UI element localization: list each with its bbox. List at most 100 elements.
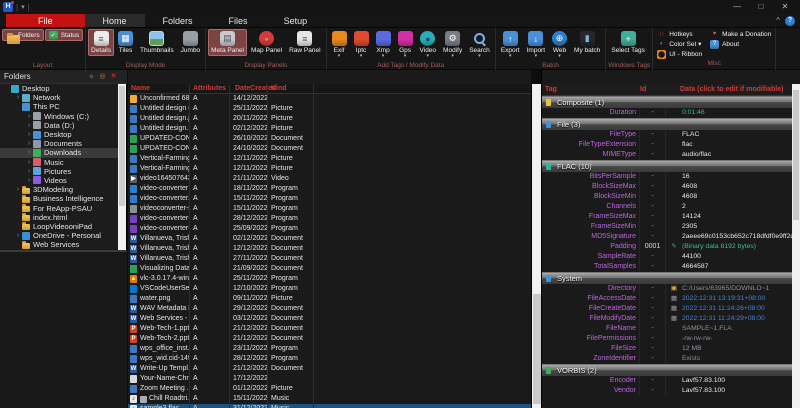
ribbon-button-details[interactable]: ≡Details — [88, 29, 114, 56]
tree-expand-icon[interactable]: › — [25, 122, 33, 129]
meta-row-encoder[interactable]: Encoder-Lavf57.83.100 — [542, 376, 793, 386]
tab-folders[interactable]: Folders — [145, 14, 211, 27]
meta-row-bitspersample[interactable]: BitsPerSample-16 — [542, 172, 793, 182]
meta-value[interactable]: -rw-rw-rw- — [682, 334, 793, 344]
ribbon-button-make-a-donation[interactable]: ♥Make a Donation — [708, 29, 773, 39]
column-header-kind[interactable]: Kind — [268, 84, 314, 93]
ribbon-button-about[interactable]: ?About — [708, 39, 773, 49]
tree-expand-icon[interactable]: › — [25, 149, 33, 156]
meta-value[interactable]: 2022:12:31 13:19:31+08:00 — [682, 294, 793, 304]
meta-row-filecreatedate[interactable]: FileCreateDate-▦2022:12:31 11:24:26+08:0… — [542, 304, 793, 314]
ribbon-button-iptc[interactable]: Iptc▾ — [351, 29, 372, 60]
meta-value[interactable]: flac — [682, 140, 793, 150]
tab-files[interactable]: Files — [211, 14, 266, 27]
meta-row-zoneidentifier[interactable]: ZoneIdentifier-Exists — [542, 354, 793, 364]
meta-row-blocksizemax[interactable]: BlockSizeMax-4608 — [542, 182, 793, 192]
metadata-section-system[interactable]: System — [542, 272, 793, 284]
column-header-datecreated[interactable]: DateCreated — [230, 84, 268, 93]
ribbon-button-modify[interactable]: ⚙Modify▾ — [440, 29, 465, 60]
minimize-button[interactable]: — — [726, 1, 748, 13]
meta-row-framesizemin[interactable]: FrameSizeMin-2305 — [542, 222, 793, 232]
ribbon-button-status[interactable]: ✓Status — [45, 29, 83, 41]
meta-row-vendor[interactable]: Vendor-Lavf57.83.100 — [542, 386, 793, 396]
meta-value[interactable]: 44100 — [682, 252, 793, 262]
meta-value[interactable]: 2aeee69c0153cb652c718dfdf0e9ff2d — [682, 232, 793, 242]
file-list-scrollbar[interactable] — [531, 84, 541, 408]
help-icon[interactable]: ? — [785, 16, 795, 26]
tree-item-windows-c-[interactable]: ›Windows (C:) — [0, 112, 119, 121]
ribbon-button-ui-ribbon[interactable]: UI - Ribbon — [655, 49, 704, 59]
meta-value[interactable]: 14124 — [682, 212, 793, 222]
tree-item-data-d-[interactable]: ›Data (D:) — [0, 121, 119, 130]
meta-value[interactable]: Exists — [682, 354, 793, 364]
meta-value[interactable]: 4664587 — [682, 262, 793, 272]
metadata-section-flac-10-[interactable]: FLAC (10) — [542, 160, 793, 172]
metadata-section-composite-1-[interactable]: Composite (1) — [542, 96, 793, 108]
meta-value[interactable]: 16 — [682, 172, 793, 182]
meta-row-samplerate[interactable]: SampleRate-44100 — [542, 252, 793, 262]
meta-value[interactable]: (Binary data 8192 bytes) — [682, 242, 793, 252]
tree-expand-icon[interactable]: › — [25, 131, 33, 138]
meta-value[interactable]: C:/Users/63965/DOWNLO~1 — [682, 284, 793, 294]
close-button[interactable]: ✕ — [774, 1, 796, 13]
tree-expand-icon[interactable]: › — [25, 159, 33, 166]
ribbon-button-search[interactable]: Search▾ — [466, 29, 493, 60]
tab-file[interactable]: File — [6, 14, 85, 27]
tree-expand-icon[interactable]: › — [14, 94, 22, 101]
meta-value[interactable]: 4608 — [682, 182, 793, 192]
ribbon-button-video[interactable]: ●Video▾ — [417, 29, 440, 60]
meta-row-mimetype[interactable]: MIMEType-audio/flac — [542, 150, 793, 160]
ribbon-button-xmp[interactable]: Xmp▾ — [373, 29, 394, 60]
ribbon-button-exif[interactable]: Exif▾ — [329, 29, 350, 60]
tree-item-videos[interactable]: ›Videos — [0, 176, 119, 185]
meta-row-md5signature[interactable]: MD5Signature-2aeee69c0153cb652c718dfdf0e… — [542, 232, 793, 242]
ribbon-button-color-set[interactable]: ◐Color Set ▾ — [655, 39, 704, 49]
meta-row-filemodifydate[interactable]: FileModifyDate-▦2022:12:31 11:24:29+08:0… — [542, 314, 793, 324]
ribbon-button-export[interactable]: ↑Export▾ — [498, 29, 523, 60]
tree-expand-icon[interactable]: › — [14, 186, 22, 193]
meta-value[interactable]: Lavf57.83.100 — [682, 376, 793, 386]
meta-value[interactable]: 2305 — [682, 222, 793, 232]
meta-row-filename[interactable]: FileName-SAMPLE~1.FLA — [542, 324, 793, 334]
meta-value[interactable]: 12 MB — [682, 344, 793, 354]
qat-dropdown-icon[interactable]: ▾ — [21, 3, 25, 11]
tree-item-documents[interactable]: ›Documents — [0, 139, 119, 148]
tree-item-index-html[interactable]: index.html — [0, 213, 119, 222]
meta-value[interactable]: 2022:12:31 11:24:29+08:00 — [682, 314, 793, 324]
metadata-scrollbar[interactable] — [792, 84, 800, 408]
tree-item-downloads[interactable]: ›Downloads — [0, 148, 119, 157]
tree-expand-icon[interactable]: › — [25, 113, 33, 120]
meta-row-filetype[interactable]: FileType-FLAC — [542, 130, 793, 140]
meta-row-channels[interactable]: Channels-2 — [542, 202, 793, 212]
ribbon-button-jumbo[interactable]: Jumbo — [178, 29, 204, 56]
meta-row-filepermissions[interactable]: FilePermissions--rw-rw-rw- — [542, 334, 793, 344]
meta-value[interactable]: audio/flac — [682, 150, 793, 160]
folders-scrollbar[interactable] — [118, 84, 126, 250]
collapse-ribbon-icon[interactable]: ^ — [776, 16, 780, 25]
meta-row-filetypeextension[interactable]: FileTypeExtension-flac — [542, 140, 793, 150]
tree-item-3dmodeling[interactable]: ›3DModeling — [0, 185, 119, 194]
meta-row-fileaccessdate[interactable]: FileAccessDate-▦2022:12:31 13:19:31+08:0… — [542, 294, 793, 304]
tree-item-for-reapp-psau[interactable]: For ReApp-PSAU — [0, 203, 119, 212]
meta-value[interactable]: 4608 — [682, 192, 793, 202]
ribbon-button-folders[interactable]: Folders — [2, 29, 44, 41]
ribbon-button-hotkeys[interactable]: ∷Hotkeys — [655, 29, 704, 39]
tree-item-web-services[interactable]: Web Services — [0, 240, 119, 249]
meta-row-filesize[interactable]: FileSize-12 MB — [542, 344, 793, 354]
tree-item-loopvideoonipad[interactable]: LoopVideooniPad — [0, 222, 119, 231]
ribbon-button-import[interactable]: ↓Import▾ — [524, 29, 548, 60]
folders-pin-options-icon[interactable]: ☼ — [87, 71, 96, 82]
tree-item-music[interactable]: ›Music — [0, 158, 119, 167]
ribbon-button-gps[interactable]: Gps▾ — [395, 29, 416, 60]
tab-setup[interactable]: Setup — [266, 14, 326, 27]
folders-close-icon[interactable]: ✕ — [109, 71, 118, 82]
meta-row-totalsamples[interactable]: TotalSamples-4664587 — [542, 262, 793, 272]
meta-row-framesizemax[interactable]: FrameSizeMax-14124 — [542, 212, 793, 222]
ribbon-button-map-panel[interactable]: ◦Map Panel — [248, 29, 285, 56]
tab-home[interactable]: Home — [85, 14, 145, 27]
meta-row-padding[interactable]: Padding0001✎(Binary data 8192 bytes) — [542, 242, 793, 252]
tree-expand-icon[interactable]: › — [25, 177, 33, 184]
tree-item-network[interactable]: ›Network — [0, 93, 119, 102]
ribbon-button-thumbnails[interactable]: Thumbnails — [137, 29, 177, 56]
meta-value[interactable]: FLAC — [682, 130, 793, 140]
